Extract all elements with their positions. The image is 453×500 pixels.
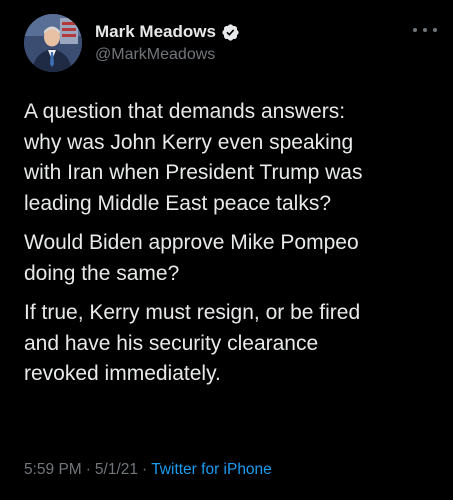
- tweet-text: A question that demands answers: why was…: [24, 97, 434, 399]
- tweet-line: Would Biden approve Mike Pompeo: [24, 231, 359, 254]
- more-dot: [423, 28, 427, 32]
- tweet-line: leading Middle East peace talks?: [24, 191, 332, 215]
- author-name-row[interactable]: Mark Meadows: [95, 20, 240, 44]
- tweet-paragraph: A question that demands answers: why was…: [24, 97, 434, 219]
- meta-separator: ·: [85, 461, 91, 478]
- author-handle[interactable]: @MarkMeadows: [95, 46, 215, 64]
- tweet-line: doing the same?: [24, 261, 180, 285]
- tweet-line: with Iran when President Trump was: [24, 161, 363, 184]
- tweet-line: A question that demands answers:: [24, 100, 346, 123]
- tweet-date[interactable]: 5/1/21: [95, 461, 138, 478]
- tweet-source-link[interactable]: Twitter for iPhone: [151, 461, 272, 478]
- tweet-card: Mark Meadows @MarkMeadows A question tha…: [0, 0, 453, 500]
- tweet-metadata: 5:59 PM · 5/1/21 · Twitter for iPhone: [24, 461, 272, 479]
- verified-badge-icon: [222, 23, 239, 41]
- profile-photo: [24, 14, 82, 72]
- meta-separator: ·: [142, 461, 148, 478]
- author-avatar[interactable]: [24, 14, 82, 72]
- tweet-line: why was John Kerry even speaking: [24, 130, 354, 154]
- tweet-paragraph: If true, Kerry must resign, or be fired …: [24, 298, 434, 390]
- tweet-time[interactable]: 5:59 PM: [24, 461, 82, 478]
- author-display-name[interactable]: Mark Meadows: [95, 22, 216, 42]
- more-options-icon[interactable]: [413, 24, 437, 36]
- tweet-line: and have his security clearance: [24, 331, 319, 355]
- tweet-paragraph: Would Biden approve Mike Pompeo doing th…: [24, 228, 434, 289]
- more-dot: [413, 28, 417, 32]
- tweet-line: revoked immediately.: [24, 362, 221, 385]
- more-dot: [433, 28, 437, 32]
- tweet-line: If true, Kerry must resign, or be fired: [24, 301, 361, 324]
